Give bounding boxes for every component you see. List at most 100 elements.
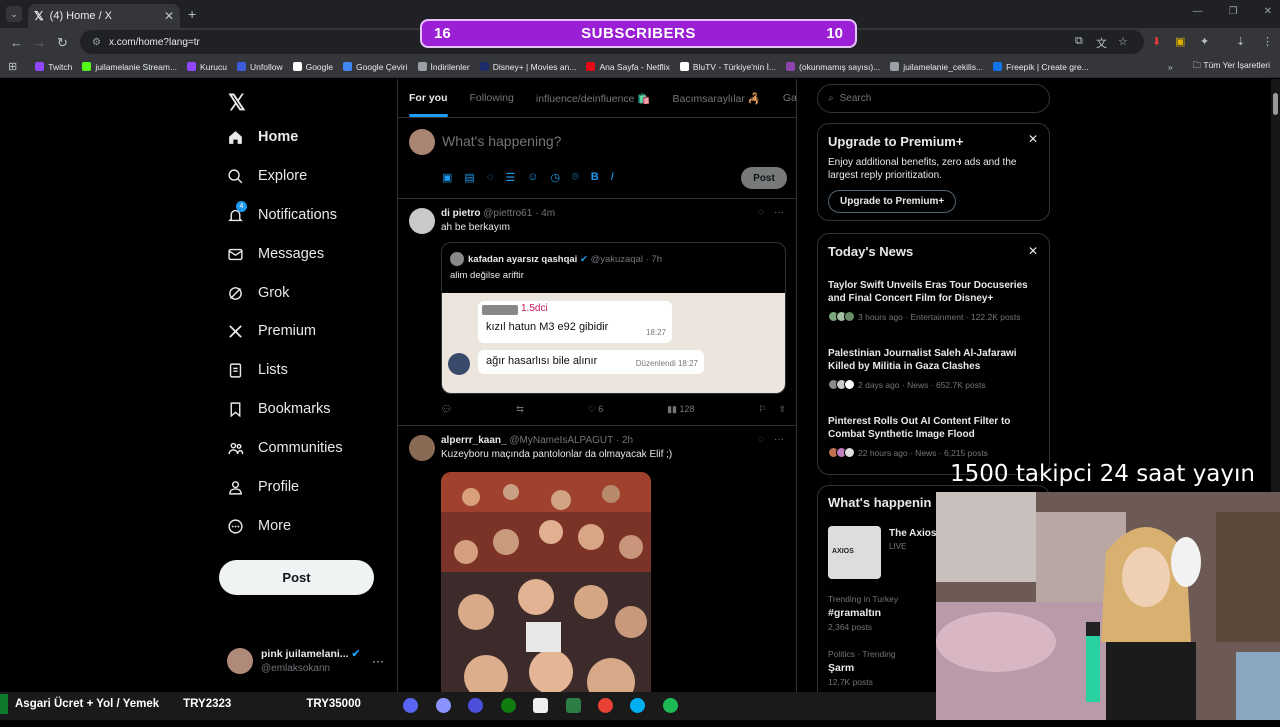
location-icon[interactable]: ⌾ [572, 171, 579, 184]
bookmark-item[interactable]: Google Çeviri [343, 62, 408, 72]
live-thumbnail[interactable]: AXIOS [828, 526, 881, 579]
tab-0[interactable]: For you [409, 92, 448, 117]
minimize-icon[interactable]: — [1193, 6, 1203, 17]
discord-icon[interactable] [403, 698, 418, 713]
back-icon[interactable]: ← [10, 35, 23, 50]
page-scrollbar[interactable] [1271, 79, 1280, 492]
grok-icon[interactable]: ◌ [758, 434, 764, 445]
close-icon[interactable]: ✕ [1028, 132, 1038, 146]
schedule-icon[interactable]: ◷ [550, 171, 560, 184]
bookmark-item[interactable]: Twitch [35, 62, 72, 72]
search-input[interactable]: ⌕ Search [817, 84, 1050, 113]
grok-icon[interactable]: ◌ [487, 171, 494, 184]
browser-tab-active[interactable]: 𝕏 (4) Home / X ✕ [28, 4, 180, 28]
bookmark-item[interactable]: juilamelanie Stream... [82, 62, 177, 72]
reply-icon[interactable]: 💬︎ [441, 404, 452, 415]
bookmark-item[interactable]: Unfollow [236, 62, 283, 72]
emoji-icon[interactable]: ☺ [527, 171, 538, 184]
share-icon[interactable]: ⇪ [778, 404, 786, 415]
xbox-icon[interactable] [501, 698, 516, 713]
more-icon[interactable]: ··· [774, 207, 784, 218]
bold-icon[interactable]: B [591, 171, 599, 184]
tweet-photo[interactable] [441, 472, 651, 702]
trend-item[interactable]: Politics · Trending Şarm 12.7K posts [828, 649, 896, 687]
bookmark-item[interactable]: (okunmamış sayısı)... [786, 62, 880, 72]
nav-item-profile[interactable]: Profile [226, 478, 299, 496]
views-button[interactable]: ▮▮ 128 [667, 404, 694, 415]
extension-icon[interactable]: ▣ [1175, 35, 1185, 48]
close-icon[interactable]: ✕ [1028, 244, 1038, 258]
forward-icon[interactable]: → [33, 35, 46, 50]
bookmark-item[interactable]: İndirilenler [417, 62, 470, 72]
apps-icon[interactable]: ⊞ [8, 60, 17, 73]
chrome-icon[interactable] [598, 698, 613, 713]
window-close-icon[interactable]: ✕ [1264, 6, 1272, 17]
bookmark-icon[interactable]: ⚐ [758, 404, 766, 415]
tab-search-button[interactable]: ⌄ [6, 6, 22, 22]
more-icon[interactable]: ··· [774, 434, 784, 445]
site-info-icon[interactable]: ⚙ [92, 37, 101, 48]
nav-item-explore[interactable]: Explore [226, 167, 307, 185]
live-title[interactable]: The Axios [889, 528, 936, 539]
bookmark-item[interactable]: BluTV - Türkiye'nin İ... [679, 62, 776, 72]
nav-item-communities[interactable]: Communities [226, 439, 343, 457]
restore-icon[interactable]: ❐ [1229, 6, 1238, 17]
composer-post-button[interactable]: Post [741, 167, 787, 189]
image-icon[interactable]: ▣ [442, 171, 452, 184]
nav-item-lists[interactable]: Lists [226, 361, 288, 379]
tab-close-icon[interactable]: ✕ [164, 9, 174, 23]
more-icon[interactable]: ··· [372, 654, 384, 668]
tweet-author[interactable]: di pietro [441, 208, 480, 219]
quote-image[interactable]: 1.5dci kızıl hatun M3 e92 gibidir 18:27 … [442, 293, 785, 393]
downloads-icon[interactable]: ⇣ [1236, 35, 1245, 48]
menu-icon[interactable]: ⋮ [1262, 35, 1273, 48]
bookmark-item[interactable]: juilamelanie_cekilis... [890, 62, 983, 72]
tab-4[interactable]: Gala [783, 92, 796, 104]
tweet-avatar[interactable] [409, 435, 435, 461]
quoted-tweet[interactable]: kafadan ayarsız qashqai ✔ @yakuzaqal · 7… [441, 242, 786, 394]
nav-item-premium[interactable]: Premium [226, 322, 316, 340]
all-bookmarks-folder[interactable]: 🗀 Tüm Yer İşaretleri [1193, 60, 1270, 74]
x-logo[interactable]: 𝕏 [228, 90, 246, 116]
spotify-icon[interactable] [663, 698, 678, 713]
nav-item-notifications[interactable]: 4 Notifications [226, 201, 337, 224]
nav-item-home[interactable]: Home [226, 128, 298, 146]
gif-icon[interactable]: ▤ [464, 171, 474, 184]
app-icon[interactable] [436, 698, 451, 713]
poll-icon[interactable]: ☰ [505, 171, 515, 184]
excel-icon[interactable] [566, 698, 581, 713]
retweet-icon[interactable]: ⇆ [516, 404, 524, 415]
tab-3[interactable]: Bacımsaraylılar 🦂 [673, 92, 761, 105]
tweet[interactable]: di pietro @piettro61 · 4m ◌ ··· ah be ber… [398, 200, 796, 426]
bookmarks-overflow-icon[interactable]: » [1168, 62, 1173, 72]
extension-download-icon[interactable]: ⬇ [1152, 35, 1161, 48]
nav-item-messages[interactable]: Messages [226, 245, 324, 263]
bookmark-item[interactable]: Google [292, 62, 333, 72]
like-button[interactable]: ♡ 6 [588, 404, 604, 415]
bookmark-item[interactable]: Freepik | Create gre... [993, 62, 1089, 72]
install-icon[interactable]: ⧉ [1075, 35, 1083, 48]
reload-icon[interactable]: ↻ [57, 35, 68, 51]
account-switcher[interactable]: pink juilamelani... ✔ @emlaksokann ··· [227, 648, 384, 674]
skype-icon[interactable] [630, 698, 645, 713]
obs-icon[interactable] [468, 698, 483, 713]
tab-2[interactable]: influence/deinfluence 🛍️ [536, 92, 651, 105]
app-icon[interactable] [533, 698, 548, 713]
scrollbar-thumb[interactable] [1273, 93, 1278, 115]
italic-icon[interactable]: I [611, 171, 614, 184]
translate-icon[interactable]: 文 [1096, 35, 1107, 51]
premium-upgrade-button[interactable]: Upgrade to Premium+ [828, 190, 957, 213]
trend-item[interactable]: Trending in Turkey #gramaltın 2,364 posts [828, 594, 898, 632]
tab-1[interactable]: Following [470, 92, 514, 104]
tweet-avatar[interactable] [409, 208, 435, 234]
tweet[interactable]: alperrr_kaan_ @MyNameIsALPAGUT · 2h ◌ ···… [398, 427, 796, 727]
grok-icon[interactable]: ◌ [758, 207, 764, 218]
tweet-author[interactable]: alperrr_kaan_ [441, 435, 507, 446]
nav-item-bookmarks[interactable]: Bookmarks [226, 400, 331, 418]
nav-item-more[interactable]: More [226, 517, 291, 535]
nav-item-grok[interactable]: Grok [226, 284, 289, 302]
post-button[interactable]: Post [219, 560, 374, 595]
star-icon[interactable]: ☆ [1118, 35, 1128, 48]
bookmark-item[interactable]: Ana Sayfa - Netflix [586, 62, 670, 72]
new-tab-button[interactable]: + [188, 6, 196, 22]
